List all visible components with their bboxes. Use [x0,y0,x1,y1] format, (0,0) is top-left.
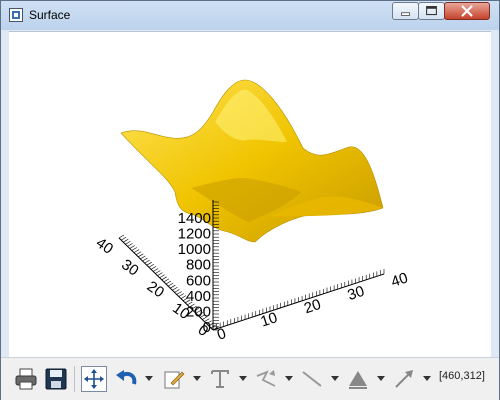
y-minor-tick [148,264,155,268]
y-minor-tick [129,245,135,249]
y-minor-tick [127,243,133,247]
window-title: Surface [29,8,71,22]
chevron-down-icon [193,376,201,381]
x-axis: 010203040 [212,269,410,344]
arrow-button[interactable] [391,366,417,392]
y-minor-tick [146,261,152,266]
chevron-down-icon [423,376,431,381]
pan-icon [84,369,104,389]
minimize-icon [401,12,410,16]
y-minor-tick [120,236,127,241]
y-minor-tick [153,268,159,272]
x-tick-label: 20 [302,296,323,317]
polyline-dropdown[interactable] [283,366,295,392]
arrow-icon [395,370,413,388]
fill-icon [349,371,367,389]
y-minor-tick [161,276,167,281]
y-minor-tick [138,253,144,258]
save-button[interactable] [43,366,69,392]
close-icon [461,5,473,17]
maximize-icon [426,6,437,16]
text-icon [211,370,229,388]
undo-icon [116,370,137,385]
plot-canvas[interactable]: 1400 1200 1000 800 600 400 200 0 0 10 20 30 40 0 10 2… [9,31,491,358]
cursor-coordinates: [460,312] [439,370,485,382]
z-tick-label: 400 [186,288,211,305]
plot-toolbar: [460,312] [1,357,499,400]
z-tick-label: 1400 [178,210,211,227]
y-minor-tick [172,287,178,291]
y-minor-tick [157,272,163,276]
y-minor-tick [123,238,129,243]
fill-dropdown[interactable] [375,366,387,392]
chevron-down-icon [331,376,339,381]
pan-button[interactable] [81,366,107,392]
y-minor-tick [176,291,182,295]
app-icon [9,8,23,22]
z-tick-label: 600 [186,272,211,289]
annotate-dropdown[interactable] [191,366,203,392]
polyline-button[interactable] [253,366,279,392]
surface-plot: 1400120010008006004002000 010203040 0102… [93,79,410,344]
y-minor-tick [155,270,161,274]
chevron-down-icon [145,376,153,381]
undo-button[interactable] [113,366,139,392]
polyline-icon [256,370,276,387]
x-tick-label: 10 [258,309,279,330]
annotate-icon [164,371,185,389]
maximize-button[interactable] [418,2,445,20]
y-minor-tick [174,289,180,293]
y-minor-tick [131,247,137,251]
x-tick-label: 40 [389,269,410,290]
y-minor-tick [170,284,176,289]
text-button[interactable] [207,366,233,392]
y-minor-tick [135,251,142,255]
text-dropdown[interactable] [237,366,249,392]
y-minor-tick [133,249,140,253]
y-minor-tick [178,293,184,297]
y-minor-tick [140,255,146,260]
chevron-down-icon [239,376,247,381]
toolbar-separator [74,366,75,392]
chevron-down-icon [377,376,385,381]
y-minor-tick [118,234,125,239]
y-minor-tick [163,278,170,283]
line-dropdown[interactable] [329,366,341,392]
x-tick-label: 30 [345,283,366,304]
y-minor-tick [165,280,172,285]
print-button[interactable] [13,366,39,392]
y-tick-label: 30 [118,256,141,279]
y-minor-tick [125,241,131,245]
fill-button[interactable] [345,366,371,392]
undo-dropdown[interactable] [143,366,155,392]
y-minor-tick [167,282,174,287]
annotate-button[interactable] [161,366,187,392]
y-minor-tick [150,266,157,270]
z-tick-label: 1000 [178,241,211,258]
surface-window: Surface 1400 1200 1000 800 600 400 200 0… [0,0,500,400]
y-minor-tick [144,259,150,264]
minimize-button[interactable] [392,2,419,20]
z-tick-label: 1200 [178,226,211,243]
line-icon [302,371,322,387]
arrow-dropdown[interactable] [421,366,433,392]
save-icon [45,368,67,390]
title-bar[interactable]: Surface [1,1,499,30]
line-button[interactable] [299,366,325,392]
close-button[interactable] [444,2,490,20]
y-tick-label: 40 [93,234,116,257]
print-icon [15,368,37,390]
y-minor-tick [142,257,148,262]
z-tick-label: 800 [186,257,211,274]
y-minor-tick [159,274,165,278]
chevron-down-icon [285,376,293,381]
